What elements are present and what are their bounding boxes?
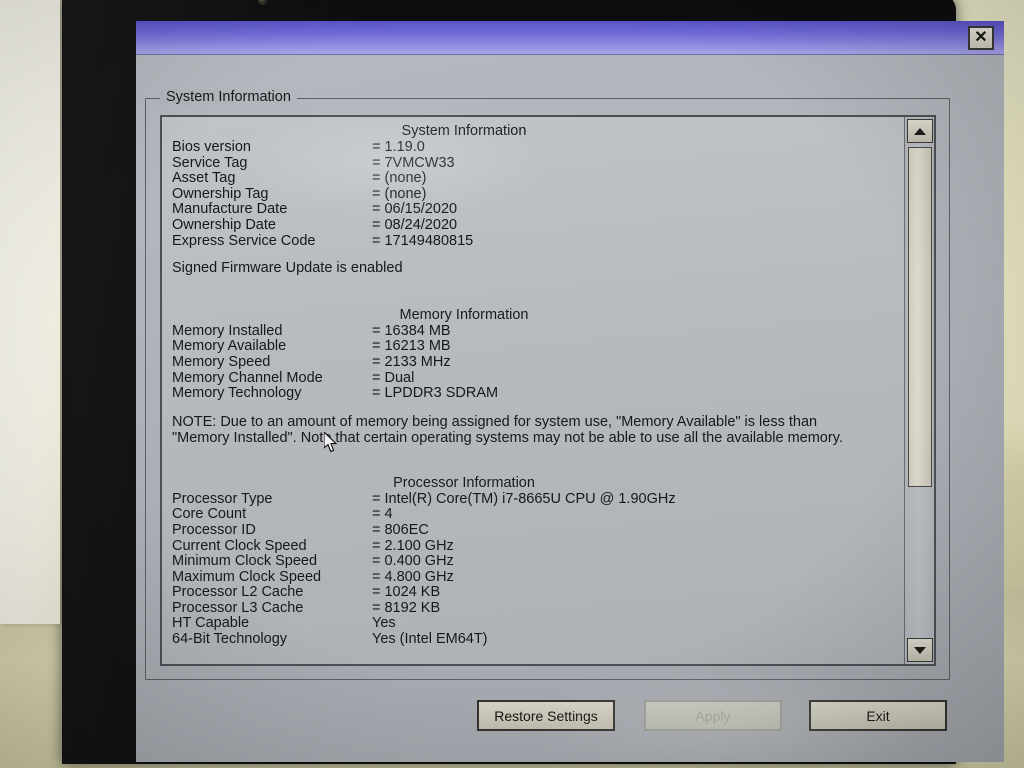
table-row: Processor Type = Intel(R) Core(TM) i7-86… bbox=[172, 490, 906, 508]
row-value: = 4 bbox=[372, 506, 393, 523]
table-row: Minimum Clock Speed = 0.400 GHz bbox=[172, 553, 906, 570]
table-row: Processor L2 Cache = 1024 KB bbox=[172, 585, 906, 601]
row-value: = 16213 MB bbox=[372, 338, 451, 355]
row-label: Core Count bbox=[172, 506, 247, 523]
row-label: Memory Speed bbox=[172, 353, 271, 370]
row-value: = 16384 MB bbox=[372, 322, 451, 339]
table-row: Service Tag = 7VMCW33 bbox=[172, 154, 906, 172]
row-label: Manufacture Date bbox=[172, 201, 288, 218]
table-row: Current Clock Speed = 2.100 GHz bbox=[172, 537, 906, 555]
paper-object bbox=[0, 0, 60, 624]
row-value: = Intel(R) Core(TM) i7-8665U CPU @ 1.90G… bbox=[372, 490, 676, 507]
vertical-scrollbar[interactable] bbox=[904, 117, 934, 664]
section-header-processor: Processor Information bbox=[393, 474, 535, 491]
table-row: HT Capable Yes bbox=[172, 616, 906, 632]
table-row: Memory Available = 16213 MB bbox=[172, 339, 906, 355]
row-value: = 2.100 GHz bbox=[372, 537, 454, 554]
row-value: = 17149480815 bbox=[372, 232, 474, 249]
row-value: = 06/15/2020 bbox=[372, 201, 458, 218]
row-label: Memory Channel Mode bbox=[172, 369, 323, 386]
row-label: Ownership Tag bbox=[172, 185, 269, 202]
row-value: = LPDDR3 SDRAM bbox=[372, 385, 499, 402]
table-row: 64-Bit Technology Yes (Intel EM64T) bbox=[172, 631, 906, 648]
dialog-body: System Information System Information Bi… bbox=[136, 55, 1004, 762]
row-value: = 1024 KB bbox=[372, 584, 441, 601]
table-row: Memory Channel Mode = Dual bbox=[172, 369, 906, 387]
triangle-down-icon bbox=[914, 646, 926, 654]
row-value: Yes bbox=[372, 615, 396, 632]
row-value: = Dual bbox=[372, 369, 415, 386]
table-row: Memory Installed = 16384 MB bbox=[172, 322, 906, 340]
button-bar: Restore Settings Apply Exit bbox=[136, 700, 1004, 760]
row-label: Asset Tag bbox=[172, 170, 236, 187]
signed-firmware-status: Signed Firmware Update is enabled bbox=[172, 260, 403, 277]
row-value: = 7VMCW33 bbox=[372, 154, 455, 171]
table-row: Processor ID = 806EC bbox=[172, 521, 906, 539]
row-value: = (none) bbox=[372, 170, 427, 187]
row-value: Yes (Intel EM64T) bbox=[372, 631, 488, 648]
photo-scene: ✕ System Information System Information … bbox=[0, 0, 1024, 768]
row-label: Minimum Clock Speed bbox=[172, 553, 318, 570]
row-value: = 806EC bbox=[372, 521, 429, 538]
row-label: Processor ID bbox=[172, 521, 256, 538]
bios-screen: ✕ System Information System Information … bbox=[136, 21, 1004, 762]
section-header-memory: Memory Information bbox=[399, 306, 529, 323]
row-label: HT Capable bbox=[172, 615, 250, 632]
laptop-bezel: ✕ System Information System Information … bbox=[62, 0, 1004, 764]
row-value: = 08/24/2020 bbox=[372, 216, 458, 233]
row-label: Express Service Code bbox=[172, 232, 316, 249]
scroll-area: System Information Bios version = 1.19.0… bbox=[162, 117, 906, 664]
webcam-icon bbox=[258, 0, 267, 5]
row-value: = 2133 MHz bbox=[372, 353, 451, 370]
restore-settings-button[interactable]: Restore Settings bbox=[477, 700, 615, 731]
table-row: Memory Technology = LPDDR3 SDRAM bbox=[172, 386, 906, 402]
table-row: Ownership Tag = (none) bbox=[172, 185, 906, 203]
table-row: Manufacture Date = 06/15/2020 bbox=[172, 202, 906, 218]
memory-note: NOTE: Due to an amount of memory being a… bbox=[172, 413, 843, 447]
close-icon[interactable]: ✕ bbox=[968, 26, 994, 50]
content-panel: System Information Bios version = 1.19.0… bbox=[160, 115, 936, 666]
titlebar: ✕ bbox=[136, 21, 1004, 55]
system-information-groupbox: System Information System Information Bi… bbox=[145, 89, 950, 680]
scroll-up-arrow-icon[interactable] bbox=[907, 119, 933, 143]
row-value: = (none) bbox=[372, 185, 427, 202]
groupbox-label: System Information bbox=[160, 89, 297, 105]
table-row: Bios version = 1.19.0 bbox=[172, 139, 906, 156]
row-value: = 8192 KB bbox=[372, 599, 441, 616]
table-row: Maximum Clock Speed = 4.800 GHz bbox=[172, 568, 906, 586]
row-label: Current Clock Speed bbox=[172, 537, 307, 554]
row-label: Ownership Date bbox=[172, 216, 276, 233]
row-label: Memory Available bbox=[172, 338, 287, 355]
triangle-up-icon bbox=[914, 127, 926, 135]
row-label: Bios version bbox=[172, 139, 251, 155]
table-row: Ownership Date = 08/24/2020 bbox=[172, 216, 906, 234]
row-value: = 4.800 GHz bbox=[372, 568, 454, 585]
row-value: = 0.400 GHz bbox=[372, 553, 454, 570]
row-label: Memory Installed bbox=[172, 322, 283, 339]
row-label: 64-Bit Technology bbox=[172, 631, 288, 648]
table-row: Processor L3 Cache = 8192 KB bbox=[172, 599, 906, 617]
scrollbar-thumb[interactable] bbox=[908, 147, 932, 487]
table-row: Express Service Code = 17149480815 bbox=[172, 232, 906, 250]
scroll-down-arrow-icon[interactable] bbox=[907, 638, 933, 662]
row-label: Memory Technology bbox=[172, 385, 302, 402]
row-label: Service Tag bbox=[172, 154, 248, 171]
row-label: Processor Type bbox=[172, 490, 273, 507]
row-label: Processor L3 Cache bbox=[172, 599, 304, 616]
apply-button: Apply bbox=[644, 700, 782, 731]
row-label: Processor L2 Cache bbox=[172, 584, 304, 601]
table-row: Core Count = 4 bbox=[172, 507, 906, 523]
section-header-system: System Information bbox=[401, 123, 527, 139]
row-value: = 1.19.0 bbox=[372, 139, 425, 155]
row-label: Maximum Clock Speed bbox=[172, 568, 322, 585]
table-row: Memory Speed = 2133 MHz bbox=[172, 353, 906, 371]
exit-button[interactable]: Exit bbox=[809, 700, 947, 731]
table-row: Asset Tag = (none) bbox=[172, 171, 906, 187]
